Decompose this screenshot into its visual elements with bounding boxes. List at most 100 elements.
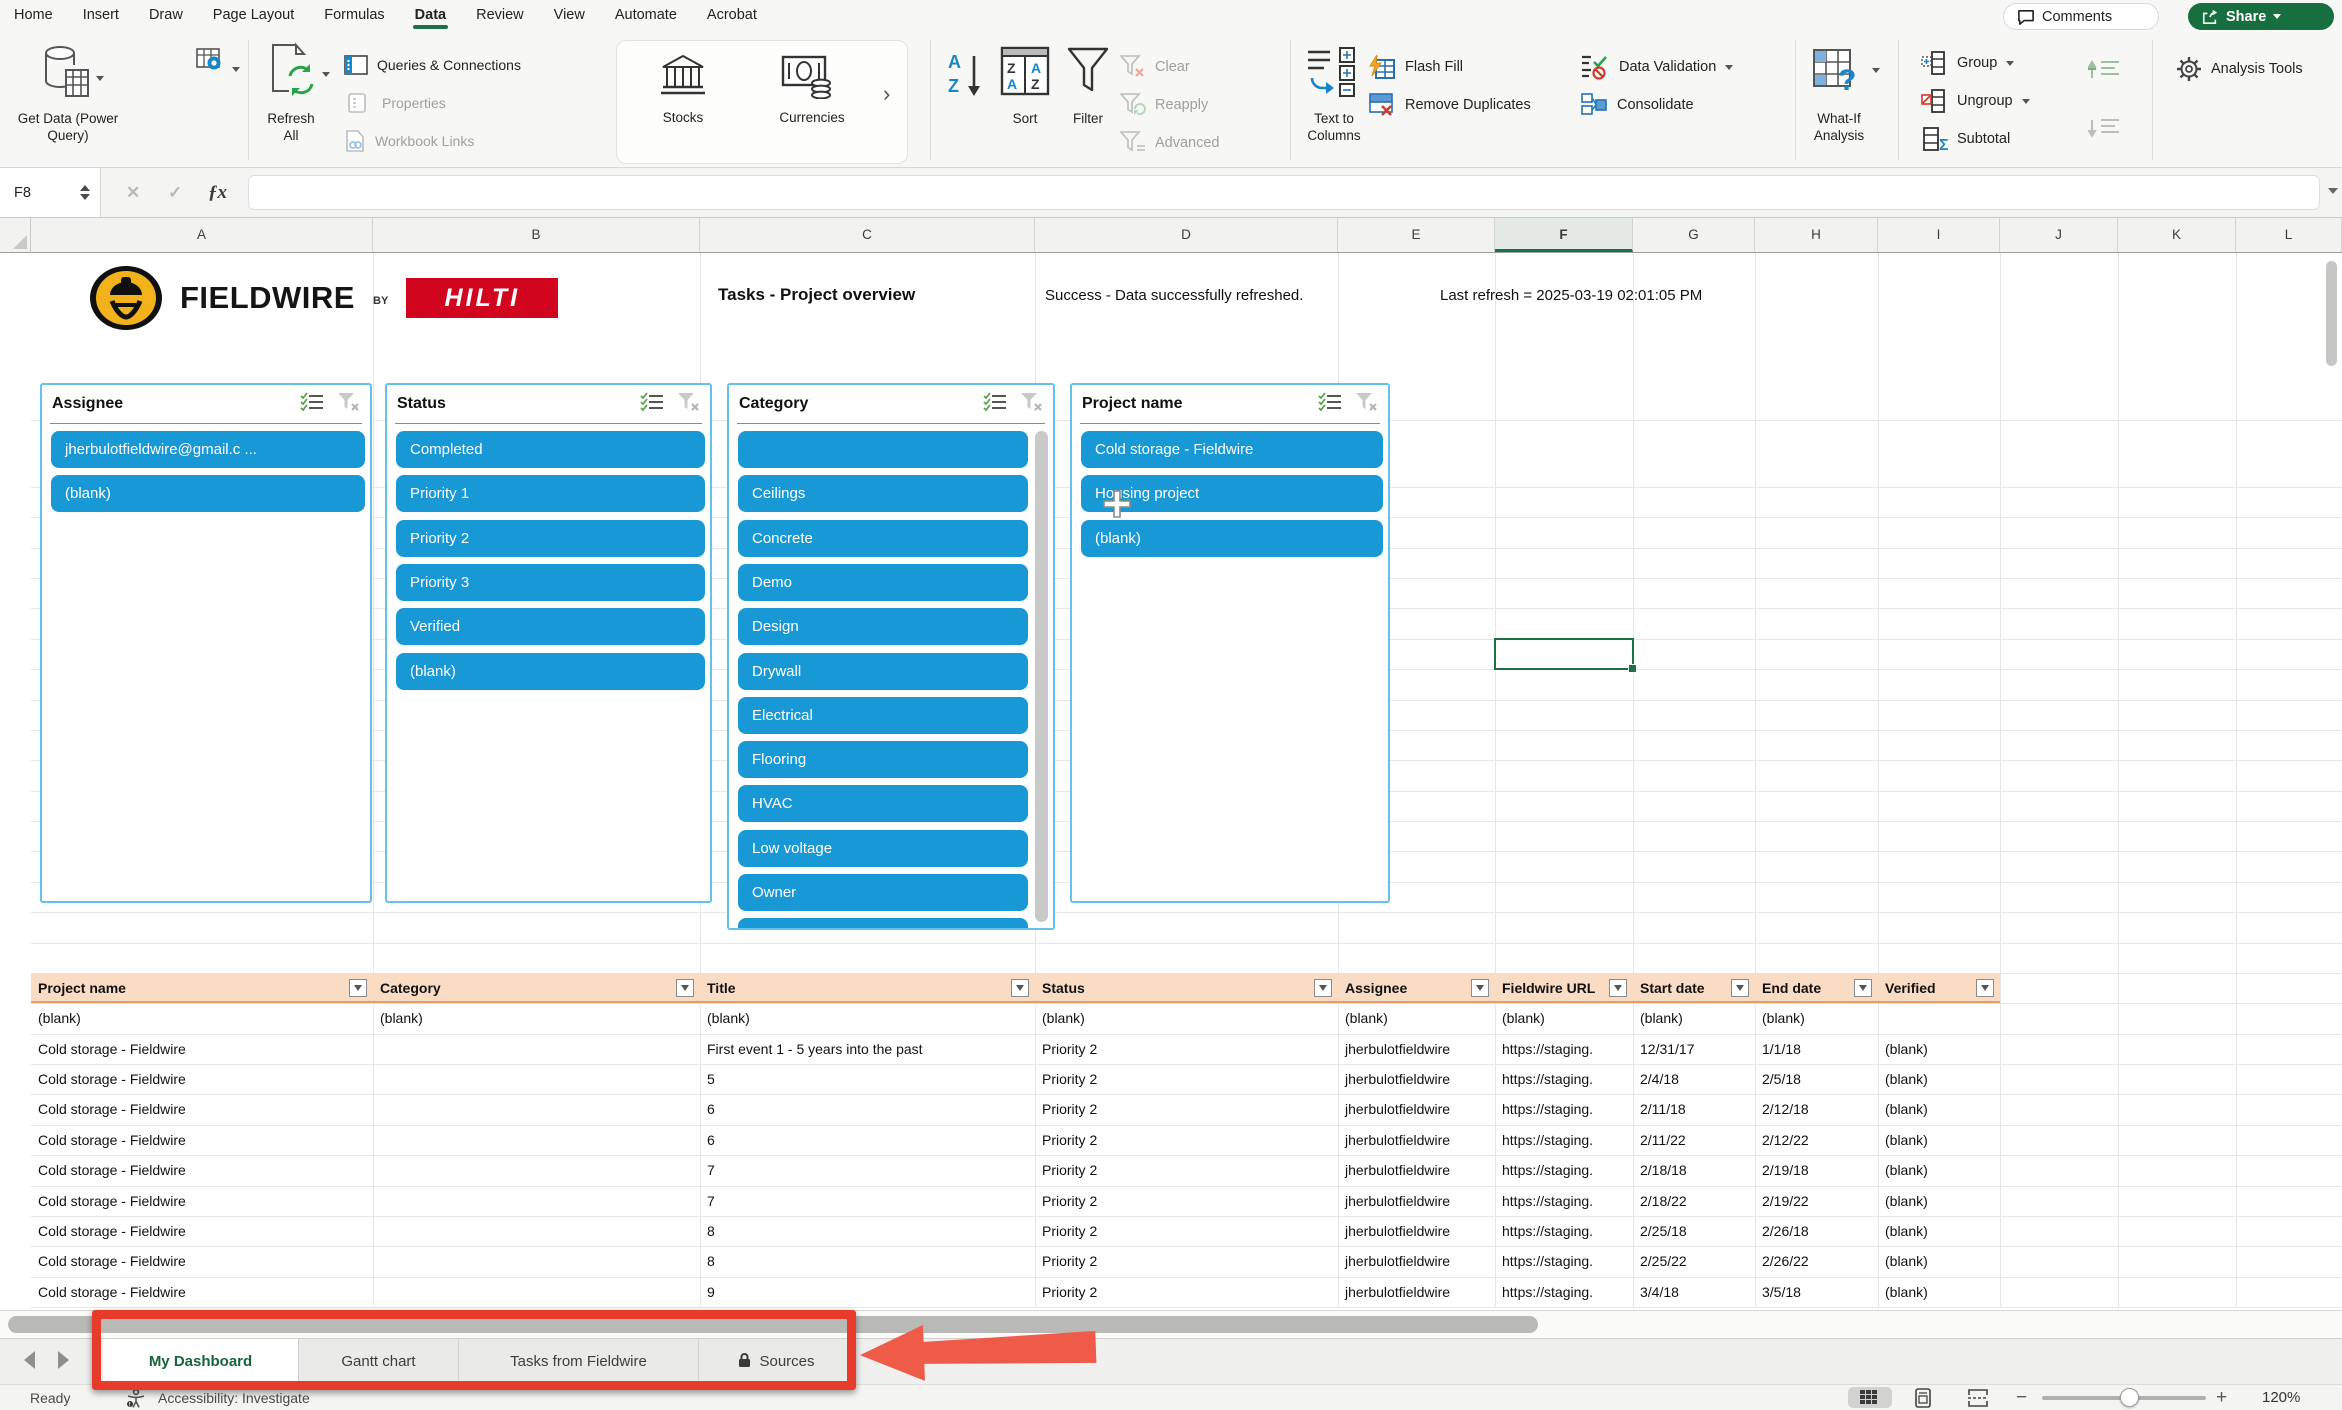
slicer-item[interactable]: Verified [396,608,705,645]
what-if-analysis-button[interactable]: ? [1812,48,1864,99]
slicer-item[interactable]: Paint [738,918,1028,930]
fill-handle[interactable] [1628,664,1637,673]
text-to-columns-button[interactable] [1306,46,1362,103]
from-picture-button[interactable] [196,48,240,77]
filter-dropdown-icon[interactable] [349,979,367,997]
remove-duplicates-button[interactable]: Remove Duplicates [1368,92,1531,118]
slicer-item[interactable]: Ceilings [738,475,1028,512]
refresh-all-button[interactable] [266,42,316,105]
clear-filter-icon[interactable] [336,392,360,417]
multi-select-icon[interactable] [983,392,1007,417]
multi-select-icon[interactable] [300,392,324,417]
tab-scroll-left-icon[interactable] [24,1351,35,1369]
slicer-item[interactable]: Cold storage - Fieldwire [1081,431,1383,468]
slicer-item[interactable]: Demo [738,564,1028,601]
ungroup-button[interactable]: Ungroup [1920,88,2030,114]
enter-icon[interactable]: ✓ [168,168,182,217]
tab-scroll-right-icon[interactable] [58,1351,69,1369]
slicer-item[interactable]: (blank) [396,653,705,690]
column-header-D[interactable]: D [1035,218,1338,252]
column-header-A[interactable]: A [31,218,373,252]
column-header-K[interactable]: K [2118,218,2236,252]
menu-item-acrobat[interactable]: Acrobat [707,0,757,32]
normal-view-button[interactable] [1848,1387,1892,1408]
formula-input[interactable] [248,175,2320,210]
workbook-links-button[interactable]: Workbook Links [344,128,474,154]
filter-dropdown-icon[interactable] [1314,979,1332,997]
sort-az-button[interactable]: AZ [946,50,986,107]
share-button[interactable]: Share [2188,3,2334,30]
group-button[interactable]: Group [1920,50,2014,76]
sheet-canvas[interactable]: FIELDWIRE BY HILTI Tasks - Project overv… [0,253,2342,1310]
filter-dropdown-icon[interactable] [676,979,694,997]
slicer-item[interactable]: Housing project [1081,475,1383,512]
zoom-level[interactable]: 120% [2262,1385,2300,1410]
slicer-item[interactable]: Priority 1 [396,475,705,512]
slicer-item[interactable]: Drywall [738,653,1028,690]
multi-select-icon[interactable] [1318,392,1342,417]
slicer-item[interactable]: Owner [738,874,1028,911]
queries-connections-button[interactable]: Queries & Connections [344,52,521,78]
slicer-item[interactable]: jherbulotfieldwire@gmail.c ... [51,431,365,468]
menu-item-page-layout[interactable]: Page Layout [213,0,294,32]
select-all-corner[interactable] [0,218,31,253]
advanced-filter-button[interactable]: Advanced [1120,130,1220,156]
menu-item-formulas[interactable]: Formulas [324,0,384,32]
menu-item-review[interactable]: Review [476,0,524,32]
slicer-item[interactable]: Low voltage [738,830,1028,867]
consolidate-button[interactable]: Consolidate [1580,92,1694,118]
filter-dropdown-icon[interactable] [1011,979,1029,997]
menu-item-view[interactable]: View [554,0,585,32]
slicer-item[interactable]: HVAC [738,785,1028,822]
column-header-H[interactable]: H [1755,218,1878,252]
filter-dropdown-icon[interactable] [1471,979,1489,997]
slicer-item[interactable]: Priority 3 [396,564,705,601]
slicer-item[interactable]: Electrical [738,697,1028,734]
tab-my-dashboard[interactable]: My Dashboard [103,1339,299,1384]
slicer-item[interactable]: Priority 2 [396,520,705,557]
filter-label[interactable]: Filter [1060,110,1116,127]
menu-item-draw[interactable]: Draw [149,0,183,32]
get-data-button[interactable] [40,44,92,107]
vertical-scrollbar[interactable] [2326,261,2337,366]
column-header-F[interactable]: F [1495,218,1633,252]
tab-tasks-from-fieldwire[interactable]: Tasks from Fieldwire [459,1339,699,1384]
page-break-view-button[interactable] [1956,1387,2000,1408]
clear-filter-icon[interactable] [676,392,700,417]
currencies-button[interactable] [781,53,839,104]
column-header-G[interactable]: G [1633,218,1755,252]
filter-dropdown-icon[interactable] [1609,979,1627,997]
tab-gantt-chart[interactable]: Gantt chart [299,1339,459,1384]
column-header-B[interactable]: B [373,218,700,252]
column-header-E[interactable]: E [1338,218,1495,252]
menu-item-home[interactable]: Home [14,0,53,32]
stocks-label[interactable]: Stocks [617,109,749,126]
show-detail-button[interactable] [2088,58,2120,87]
slicer-item[interactable]: Flooring [738,741,1028,778]
zoom-slider-knob[interactable] [2120,1388,2139,1407]
slicer-item[interactable]: Completed [396,431,705,468]
menu-item-insert[interactable]: Insert [83,0,119,32]
filter-button[interactable] [1066,46,1110,101]
gallery-expand-icon[interactable]: › [883,81,890,107]
cancel-icon[interactable]: ✕ [126,168,140,217]
column-header-J[interactable]: J [2000,218,2118,252]
slicer-scrollbar[interactable] [1035,431,1048,922]
flash-fill-button[interactable]: Flash Fill [1368,54,1463,80]
name-box-spinner[interactable] [80,185,90,200]
data-validation-button[interactable]: Data Validation [1580,54,1733,80]
fx-icon[interactable]: ƒx [208,168,227,217]
filter-dropdown-icon[interactable] [1854,979,1872,997]
page-layout-view-button[interactable] [1902,1387,1946,1408]
what-if-label[interactable]: What-If Analysis [1788,110,1890,144]
filter-dropdown-icon[interactable] [1731,979,1749,997]
zoom-out-button[interactable]: − [2016,1385,2027,1410]
name-box[interactable]: F8 [0,168,101,217]
horizontal-scrollbar-track[interactable] [0,1310,2342,1338]
formula-bar-expand-icon[interactable] [2328,188,2338,194]
clear-filter-icon[interactable] [1354,392,1378,417]
reapply-button[interactable]: Reapply [1120,92,1208,118]
stocks-button[interactable] [657,53,709,102]
zoom-in-button[interactable]: + [2216,1385,2227,1410]
subtotal-button[interactable]: Σ Subtotal [1920,126,2010,152]
